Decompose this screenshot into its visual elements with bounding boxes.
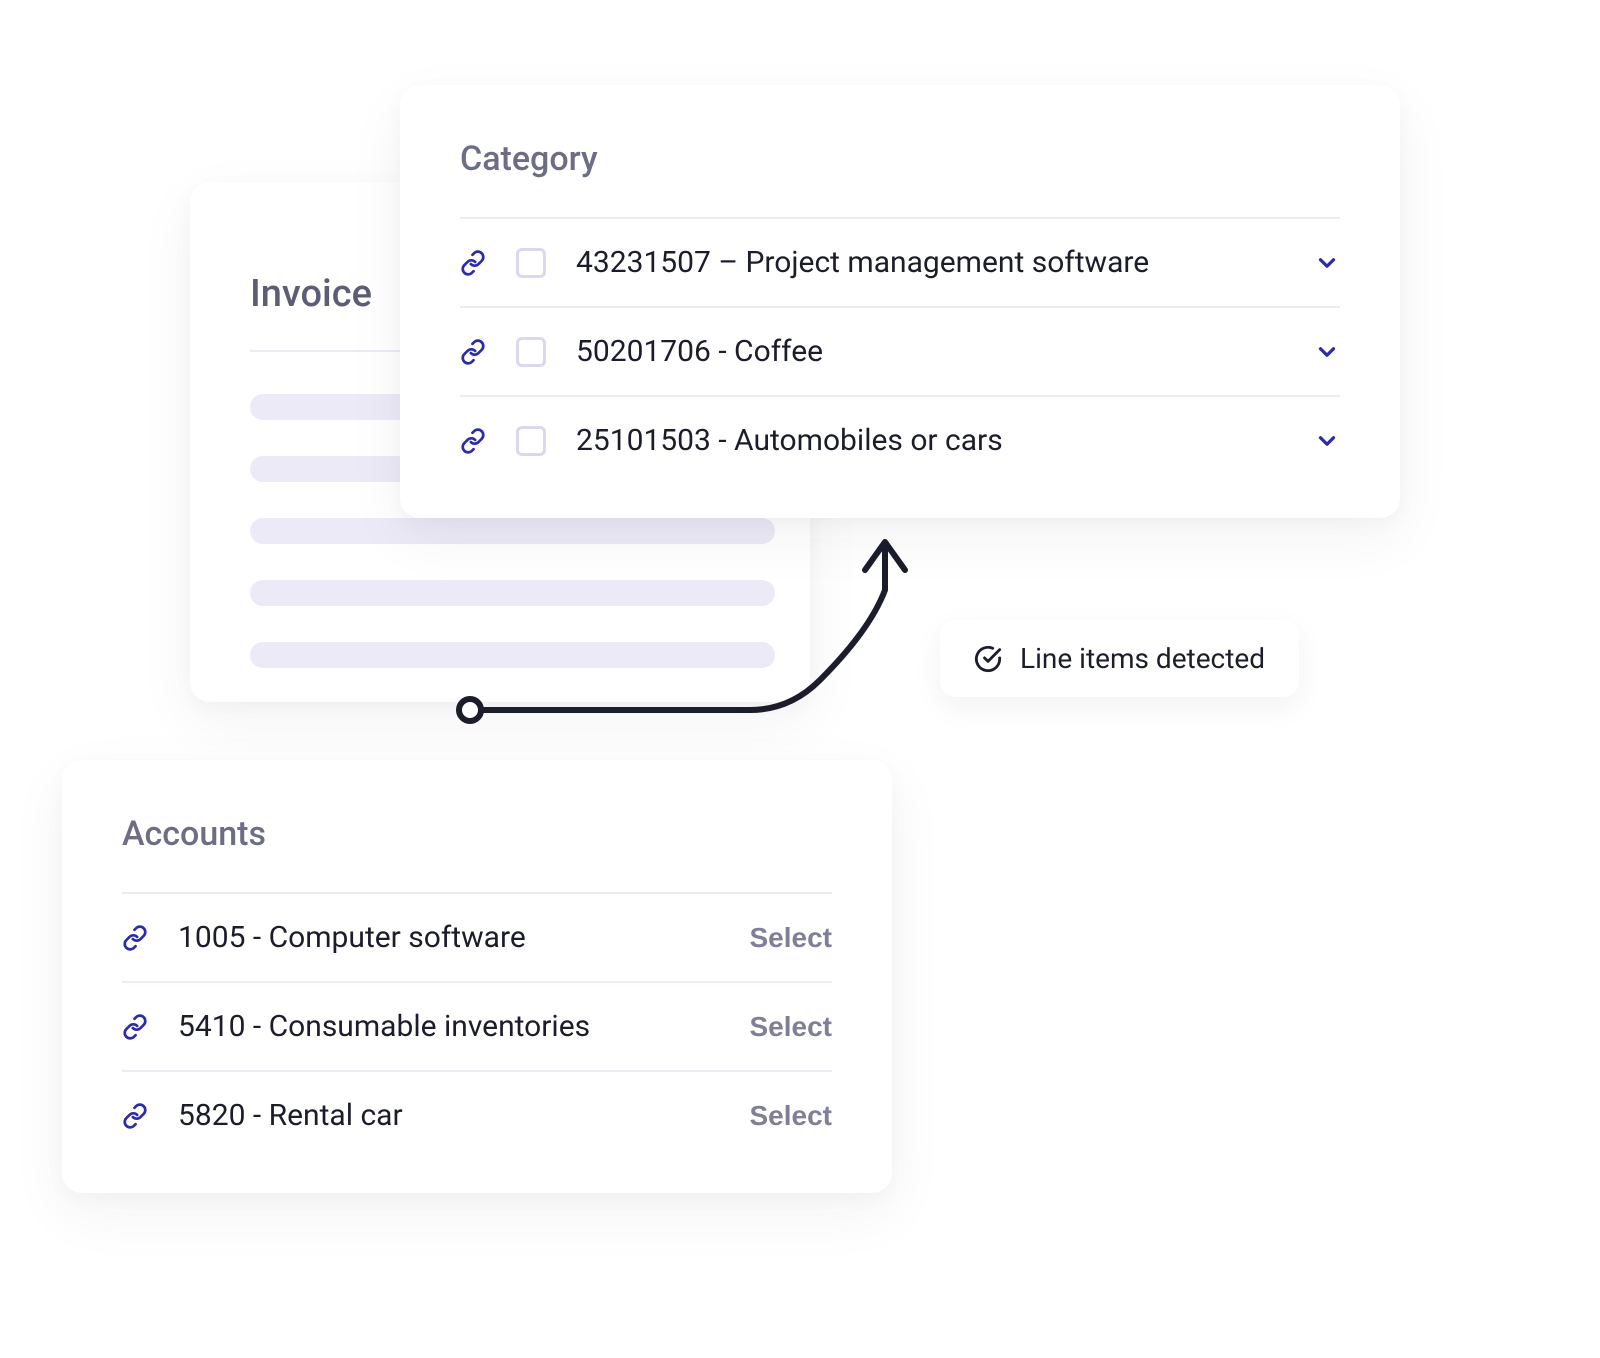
select-button[interactable]: Select [750, 1100, 833, 1132]
account-row: 5820 - Rental car Select [122, 1070, 832, 1159]
account-label: 5820 - Rental car [178, 1098, 720, 1133]
placeholder-line [250, 580, 775, 606]
accounts-heading: Accounts [122, 814, 832, 854]
category-row[interactable]: 25101503 - Automobiles or cars [460, 395, 1340, 484]
account-row: 5410 - Consumable inventories Select [122, 981, 832, 1070]
detection-status-pill: Line items detected [940, 620, 1299, 697]
category-label: 25101503 - Automobiles or cars [576, 423, 1284, 458]
accounts-card: Accounts 1005 - Computer software Select… [62, 760, 892, 1193]
category-row[interactable]: 43231507 – Project management software [460, 217, 1340, 306]
link-icon [460, 250, 486, 276]
category-label: 43231507 – Project management software [576, 245, 1284, 280]
link-icon [122, 925, 148, 951]
category-card: Category 43231507 – Project management s… [400, 85, 1400, 518]
link-icon [460, 428, 486, 454]
category-row[interactable]: 50201706 - Coffee [460, 306, 1340, 395]
account-row: 1005 - Computer software Select [122, 892, 832, 981]
check-circle-icon [974, 645, 1002, 673]
link-icon [122, 1103, 148, 1129]
placeholder-line [250, 642, 775, 668]
detection-status-label: Line items detected [1020, 642, 1265, 675]
category-heading: Category [460, 139, 1340, 179]
checkbox[interactable] [516, 248, 546, 278]
category-label: 50201706 - Coffee [576, 334, 1284, 369]
placeholder-line [250, 518, 775, 544]
select-button[interactable]: Select [750, 922, 833, 954]
link-icon [460, 339, 486, 365]
canvas: Invoice Category 43231507 – Project mana… [0, 0, 1600, 1358]
chevron-down-icon[interactable] [1314, 250, 1340, 276]
link-icon [122, 1014, 148, 1040]
checkbox[interactable] [516, 337, 546, 367]
account-label: 1005 - Computer software [178, 920, 720, 955]
chevron-down-icon[interactable] [1314, 428, 1340, 454]
chevron-down-icon[interactable] [1314, 339, 1340, 365]
account-label: 5410 - Consumable inventories [178, 1009, 720, 1044]
select-button[interactable]: Select [750, 1011, 833, 1043]
checkbox[interactable] [516, 426, 546, 456]
